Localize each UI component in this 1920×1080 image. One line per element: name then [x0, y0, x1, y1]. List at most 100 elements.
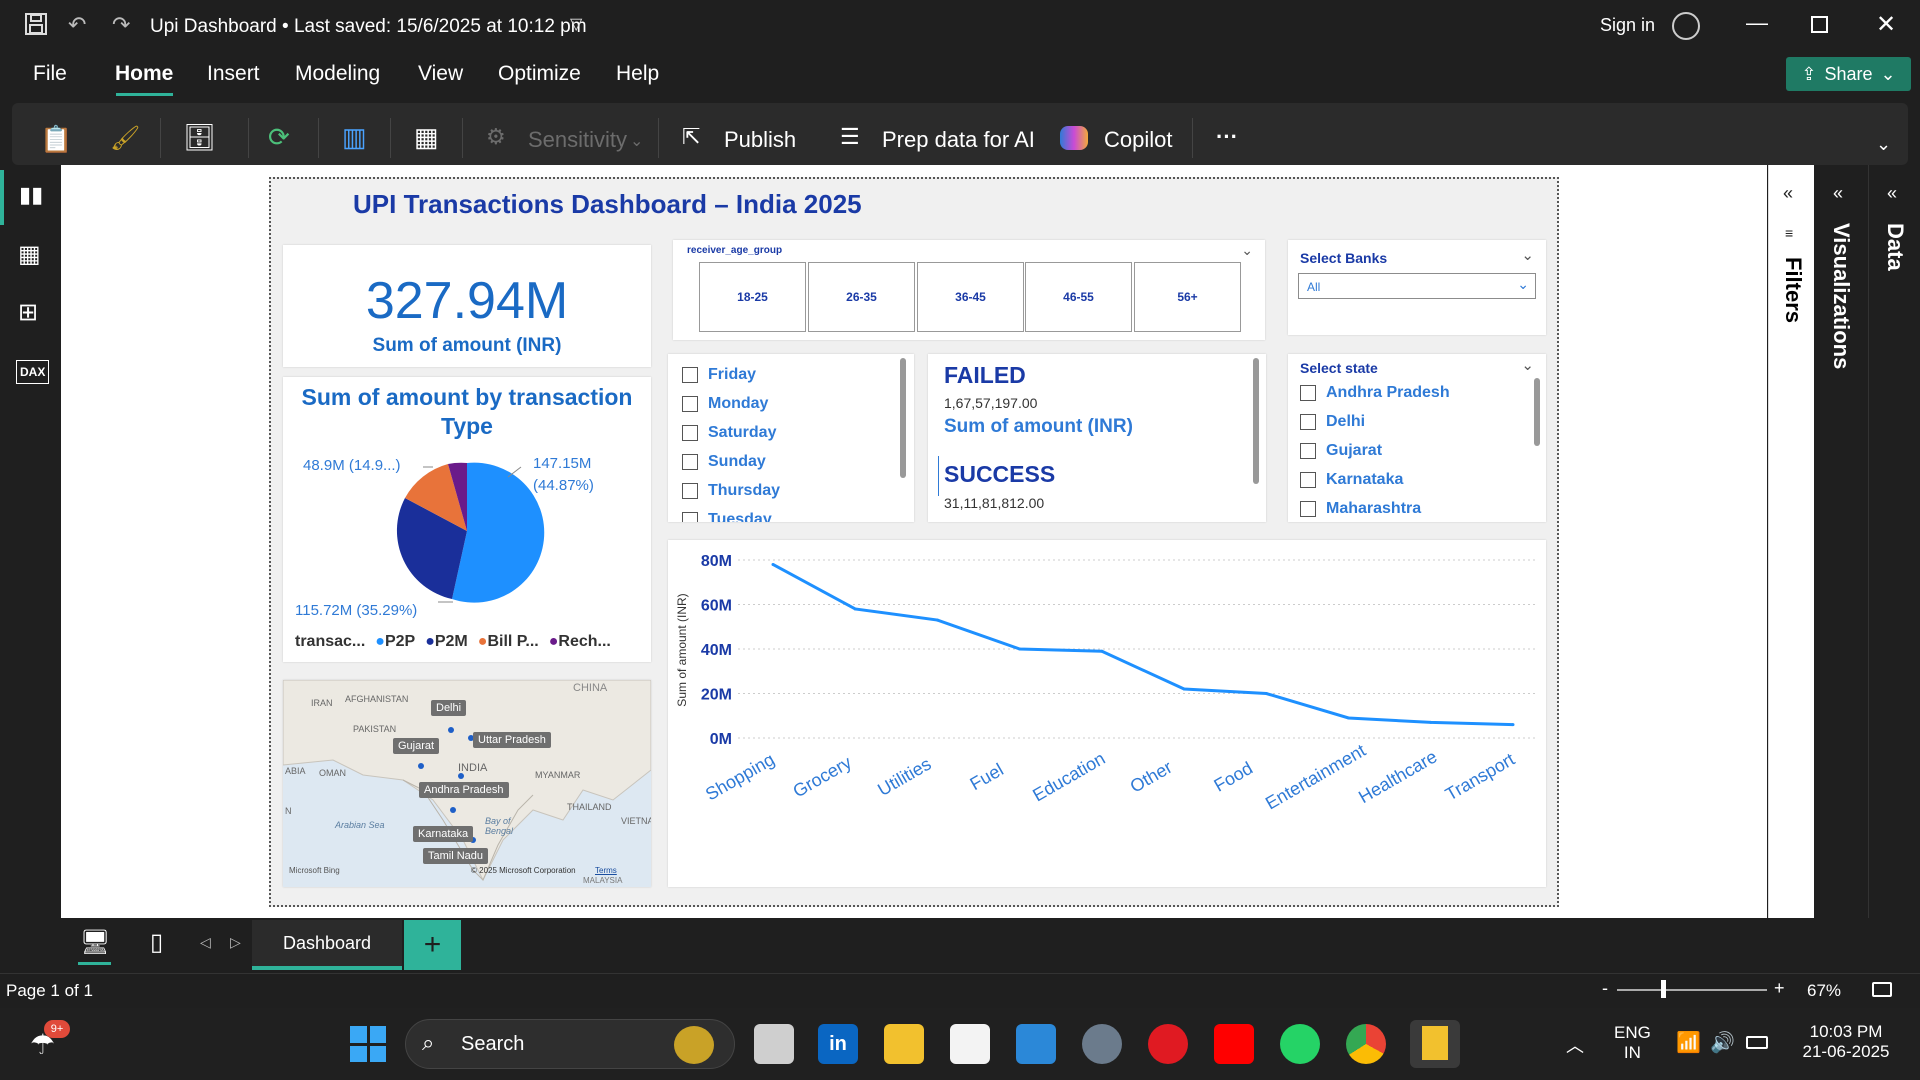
kpi-card[interactable]: 327.94M Sum of amount (INR)	[283, 245, 651, 367]
map-label-andhra-pradesh[interactable]: Andhra Pradesh	[419, 782, 509, 798]
state-item-delhi[interactable]: Delhi	[1300, 407, 1450, 436]
visualizations-pane[interactable]: « Visualizations	[1815, 165, 1867, 918]
chevron-down-icon[interactable]: ⌄	[1241, 242, 1253, 259]
model-view-icon[interactable]: ⊞	[18, 298, 38, 327]
table-view-icon[interactable]: ▦	[18, 240, 41, 269]
refresh-icon[interactable]: ⟳	[268, 122, 290, 153]
undo-icon[interactable]: ↶	[68, 12, 86, 38]
mobile-layout-icon[interactable]: ▯	[150, 928, 163, 957]
maximize-icon[interactable]	[1811, 16, 1828, 33]
taskbar-search[interactable]: ⌕ Search	[405, 1019, 735, 1069]
status-card[interactable]: FAILED 1,67,57,197.00 Sum of amount (INR…	[928, 354, 1266, 522]
collapse-ribbon-icon[interactable]: ⌄	[1876, 134, 1891, 155]
age-button-56plus[interactable]: 56+	[1134, 262, 1241, 332]
menu-optimize[interactable]: Optimize	[498, 62, 581, 86]
format-painter-icon[interactable]: 🖌	[110, 124, 140, 153]
share-button[interactable]: ⇪ Share ⌄	[1786, 57, 1911, 91]
map-label-delhi[interactable]: Delhi	[431, 700, 467, 716]
fit-to-page-icon[interactable]	[1872, 982, 1892, 997]
checkbox[interactable]	[1300, 500, 1316, 517]
wifi-icon[interactable]: 📶	[1676, 1030, 1701, 1055]
powerbi-taskbar-item[interactable]	[1410, 1020, 1460, 1068]
scrollbar[interactable]	[1534, 378, 1540, 446]
pie-chart-card[interactable]: Sum of amount by transaction Type 48.9M …	[283, 377, 651, 662]
checkbox[interactable]	[1300, 442, 1316, 459]
age-button-18-25[interactable]: 18-25	[699, 262, 806, 332]
start-button[interactable]	[350, 1026, 386, 1062]
clock[interactable]: 10:03 PM 21-06-2025	[1798, 1022, 1894, 1062]
checkbox[interactable]	[682, 395, 698, 412]
state-item-andhra-pradesh[interactable]: Andhra Pradesh	[1300, 378, 1450, 407]
map-label-karnataka[interactable]: Karnataka	[413, 826, 474, 842]
checkbox[interactable]	[682, 511, 698, 522]
day-item-monday[interactable]: Monday	[682, 389, 780, 418]
prev-page-icon[interactable]: ◁	[200, 934, 211, 951]
menu-modeling[interactable]: Modeling	[295, 62, 380, 86]
collapse-icon[interactable]: «	[1887, 183, 1897, 204]
file-explorer-icon[interactable]	[884, 1024, 924, 1064]
checkbox[interactable]	[682, 482, 698, 499]
scrollbar[interactable]	[1253, 358, 1259, 484]
legend-item[interactable]: ●P2P	[375, 633, 415, 651]
checkbox[interactable]	[682, 453, 698, 470]
age-button-46-55[interactable]: 46-55	[1025, 262, 1132, 332]
map-visual[interactable]: IRAN AFGHANISTAN CHINA PAKISTAN INDIA OM…	[283, 680, 651, 887]
legend-item[interactable]: ●P2M	[425, 633, 468, 651]
map-terms-link[interactable]: Terms	[595, 866, 617, 875]
menu-home[interactable]: Home	[115, 62, 173, 86]
menu-insert[interactable]: Insert	[207, 62, 260, 86]
banks-dropdown[interactable]: All ⌄	[1298, 273, 1536, 299]
day-item-friday[interactable]: Friday	[682, 360, 780, 389]
chrome-icon[interactable]	[1346, 1024, 1386, 1064]
checkbox[interactable]	[682, 366, 698, 383]
photos-icon[interactable]	[1016, 1024, 1056, 1064]
day-item-thursday[interactable]: Thursday	[682, 476, 780, 505]
line-chart-card[interactable]: 0M 20M 40M 60M 80M Sum of amount (INR) Shoppin…	[668, 540, 1546, 887]
state-item-gujarat[interactable]: Gujarat	[1300, 436, 1450, 465]
microsoft-store-icon[interactable]	[950, 1024, 990, 1064]
legend-item[interactable]: ●Bill P...	[478, 633, 539, 651]
settings-icon[interactable]	[1082, 1024, 1122, 1064]
publish-icon[interactable]: ⇱	[682, 124, 700, 150]
map-label-tamil-nadu[interactable]: Tamil Nadu	[423, 848, 489, 864]
legend-item[interactable]: ●Rech...	[549, 633, 611, 651]
paste-icon[interactable]: 📋	[40, 124, 72, 155]
whatsapp-icon[interactable]	[1280, 1024, 1320, 1064]
linkedin-icon[interactable]: in	[818, 1024, 858, 1064]
volume-icon[interactable]: 🔊	[1710, 1030, 1735, 1055]
day-item-tuesday[interactable]: Tuesday	[682, 505, 780, 522]
menu-help[interactable]: Help	[616, 62, 659, 86]
youtube-icon[interactable]	[1214, 1024, 1254, 1064]
scrollbar[interactable]	[900, 358, 906, 478]
zoom-out-button[interactable]: -	[1602, 978, 1608, 999]
chevron-down-icon[interactable]: ⌄	[1521, 356, 1534, 374]
copilot-icon[interactable]	[1060, 126, 1088, 150]
get-data-icon[interactable]: 🗄	[183, 122, 216, 153]
state-item-maharashtra[interactable]: Maharashtra	[1300, 494, 1450, 522]
map-label-uttar-pradesh[interactable]: Uttar Pradesh	[473, 732, 551, 748]
zoom-slider-track[interactable]	[1617, 989, 1767, 991]
age-button-26-35[interactable]: 26-35	[808, 262, 915, 332]
collapse-icon[interactable]: «	[1833, 183, 1843, 204]
checkbox[interactable]	[1300, 384, 1316, 401]
prep-data-button[interactable]: Prep data for AI	[882, 127, 1035, 153]
chevron-up-icon[interactable]: ︿	[1566, 1032, 1584, 1058]
chevron-down-icon[interactable]: ▽	[570, 14, 582, 34]
language-indicator[interactable]: ENG IN	[1614, 1023, 1651, 1063]
dax-view-icon[interactable]: DAX	[16, 360, 50, 384]
copilot-button[interactable]: Copilot	[1104, 127, 1172, 153]
map-label-gujarat[interactable]: Gujarat	[393, 738, 440, 754]
new-visual-icon[interactable]: ▥	[342, 122, 367, 153]
redo-icon[interactable]: ↷	[112, 12, 130, 38]
day-item-saturday[interactable]: Saturday	[682, 418, 780, 447]
zoom-slider-thumb[interactable]	[1661, 980, 1666, 998]
filters-pane[interactable]: « ≡ Filters	[1768, 165, 1814, 918]
minimize-icon[interactable]: —	[1746, 10, 1768, 36]
close-icon[interactable]: ✕	[1876, 10, 1896, 39]
report-view-icon[interactable]: ▮▮	[19, 182, 43, 208]
age-button-36-45[interactable]: 36-45	[917, 262, 1024, 332]
checkbox[interactable]	[1300, 413, 1316, 430]
page-tab-dashboard[interactable]: Dashboard	[252, 920, 402, 970]
task-view-icon[interactable]	[754, 1024, 794, 1064]
zoom-in-button[interactable]: +	[1774, 978, 1785, 999]
